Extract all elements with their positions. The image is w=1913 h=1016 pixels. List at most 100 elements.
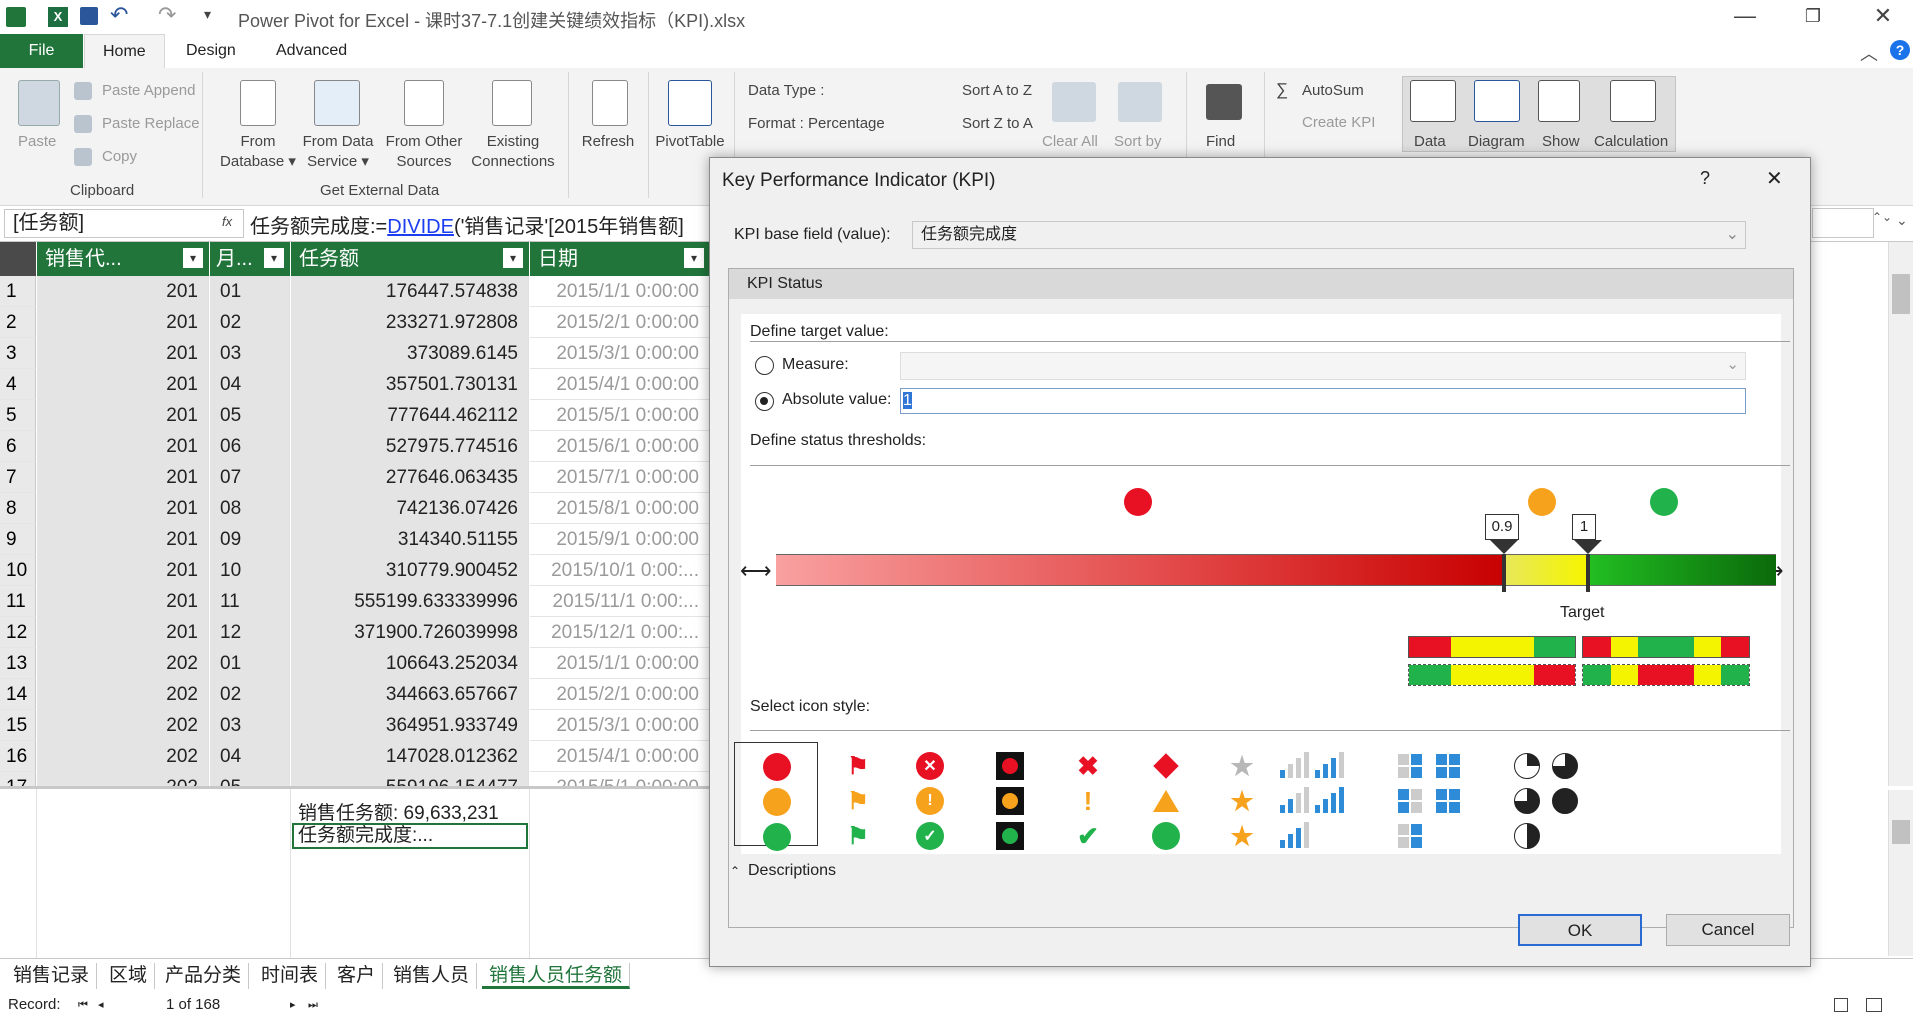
icon-style-boxes[interactable] [1384, 742, 1468, 848]
prev-record-icon[interactable]: ◂ [98, 994, 104, 1016]
tab-file[interactable]: File [0, 34, 83, 68]
sort-by-column-button[interactable]: Sort by [1114, 132, 1162, 152]
table-row[interactable]: 3 201 03 373089.6145 2015/3/1 0:00:00 [0, 338, 710, 369]
table-cell[interactable]: 201 [37, 400, 209, 431]
table-cell[interactable]: 147028.012362 [291, 741, 529, 772]
sheet-tab[interactable]: 销售人员任务额 [482, 963, 631, 989]
row-number[interactable]: 5 [0, 400, 36, 431]
row-number[interactable]: 6 [0, 431, 36, 462]
tab-home[interactable]: Home [84, 34, 165, 68]
from-database-button[interactable]: From Database ▾ [218, 132, 298, 172]
close-icon[interactable]: ✕ [1854, 0, 1912, 34]
table-cell[interactable]: 2015/2/1 0:00:00 [530, 679, 710, 710]
formula-input[interactable]: 任务额完成度:=DIVIDE('销售记录'[2015年销售额] [250, 210, 710, 239]
scrollbar-thumb[interactable] [1892, 820, 1910, 844]
sheet-tab[interactable]: 客户 [330, 963, 384, 989]
existing-connections-button[interactable]: Existing Connections [468, 132, 558, 172]
tab-design[interactable]: Design [168, 34, 254, 68]
row-number[interactable]: 2 [0, 307, 36, 338]
dialog-help-icon[interactable]: ? [1700, 168, 1710, 189]
last-record-icon[interactable]: ⏭ [308, 994, 318, 1016]
table-cell[interactable]: 201 [37, 369, 209, 400]
icon-style-signal-bars[interactable] [1266, 742, 1350, 848]
table-cell[interactable]: 277646.063435 [291, 462, 529, 493]
table-row[interactable]: 7 201 07 277646.063435 2015/7/1 0:00:00 [0, 462, 710, 493]
table-cell[interactable]: 03 [210, 710, 290, 741]
table-cell[interactable]: 201 [37, 462, 209, 493]
column-header[interactable]: 任务额 ▾ [291, 242, 529, 276]
copy-button[interactable]: Copy [102, 148, 137, 165]
descriptions-toggle[interactable]: Descriptions [748, 862, 836, 880]
row-number[interactable]: 9 [0, 524, 36, 555]
table-cell[interactable]: 02 [210, 307, 290, 338]
column-header[interactable]: 销售代... ▾ [37, 242, 209, 276]
table-row[interactable]: 2 201 02 233271.972808 2015/2/1 0:00:00 [0, 307, 710, 338]
find-button[interactable]: Find [1206, 132, 1235, 152]
redo-icon[interactable]: ↷ [158, 2, 176, 28]
table-cell[interactable]: 201 [37, 555, 209, 586]
table-cell[interactable]: 344663.657667 [291, 679, 529, 710]
table-cell[interactable]: 04 [210, 369, 290, 400]
sheet-tab[interactable]: 销售人员 [386, 963, 478, 989]
table-cell[interactable]: 12 [210, 617, 290, 648]
table-cell[interactable]: 201 [37, 617, 209, 648]
table-cell[interactable]: 527975.774516 [291, 431, 529, 462]
table-row[interactable]: 4 201 04 357501.730131 2015/4/1 0:00:00 [0, 369, 710, 400]
row-number[interactable]: 10 [0, 555, 36, 586]
clear-all-filters-button[interactable]: Clear All [1042, 132, 1098, 152]
row-number[interactable]: 4 [0, 369, 36, 400]
paste-replace-button[interactable]: Paste Replace [102, 115, 200, 132]
sort-a-z-button[interactable]: Sort A to Z [962, 82, 1032, 99]
paste-button[interactable]: Paste [18, 132, 56, 152]
row-number[interactable]: 7 [0, 462, 36, 493]
autosum-button[interactable]: AutoSum [1302, 82, 1364, 99]
table-cell[interactable]: 201 [37, 338, 209, 369]
icon-style-pie[interactable] [1500, 742, 1584, 849]
row-number[interactable]: 13 [0, 648, 36, 679]
grid-view-icon[interactable] [1834, 998, 1848, 1012]
table-cell[interactable]: 05 [210, 400, 290, 431]
table-cell[interactable]: 201 [37, 431, 209, 462]
table-cell[interactable]: 11 [210, 586, 290, 617]
table-cell[interactable]: 01 [210, 648, 290, 679]
row-number[interactable]: 15 [0, 710, 36, 741]
table-row[interactable]: 13 202 01 106643.252034 2015/1/1 0:00:00 [0, 648, 710, 679]
table-row[interactable]: 15 202 03 364951.933749 2015/3/1 0:00:00 [0, 710, 710, 741]
icon-style-symbols[interactable]: ✖! ✔ [1046, 742, 1130, 851]
ok-button[interactable]: OK [1518, 914, 1642, 946]
table-cell[interactable]: 2015/10/1 0:00:... [530, 555, 710, 586]
table-cell[interactable]: 555199.633339996 [291, 586, 529, 617]
table-cell[interactable]: 2015/2/1 0:00:00 [530, 307, 710, 338]
help-icon[interactable]: ? [1890, 40, 1910, 60]
absolute-value-radio[interactable] [755, 392, 774, 411]
row-number[interactable]: 16 [0, 741, 36, 772]
table-cell[interactable]: 2015/3/1 0:00:00 [530, 710, 710, 741]
icon-style-shapes[interactable] [1124, 742, 1208, 850]
table-cell[interactable]: 314340.51155 [291, 524, 529, 555]
table-cell[interactable]: 2015/3/1 0:00:00 [530, 338, 710, 369]
threshold-2-marker[interactable] [1574, 540, 1602, 554]
refresh-button[interactable]: Refresh [578, 132, 638, 152]
absolute-value-input[interactable]: 1 [900, 388, 1746, 414]
table-cell[interactable]: 202 [37, 648, 209, 679]
table-cell[interactable]: 08 [210, 493, 290, 524]
diagram-view-status-icon[interactable] [1866, 998, 1882, 1012]
formula-scroll-icon[interactable]: ⌃⌄ [1872, 210, 1892, 224]
measure-select[interactable]: ⌄ [900, 352, 1746, 380]
table-cell[interactable]: 10 [210, 555, 290, 586]
measure-cell-selected[interactable]: 任务额完成度:... [292, 823, 528, 849]
excel-icon[interactable]: X [48, 7, 68, 27]
paste-icon[interactable] [18, 80, 60, 126]
table-cell[interactable]: 2015/9/1 0:00:00 [530, 524, 710, 555]
table-row[interactable]: 11 201 11 555199.633339996 2015/11/1 0:00:..… [0, 586, 710, 617]
powerpivot-icon[interactable] [6, 7, 26, 27]
table-cell[interactable]: 2015/7/1 0:00:00 [530, 462, 710, 493]
icon-style-traffic-circles[interactable] [734, 742, 818, 851]
calculation-area-button[interactable]: Calculation [1594, 132, 1668, 152]
first-record-icon[interactable]: ⏮ [78, 994, 88, 1016]
row-number[interactable]: 14 [0, 679, 36, 710]
table-row[interactable]: 16 202 04 147028.012362 2015/4/1 0:00:00 [0, 741, 710, 772]
column-header[interactable]: 日期 ▾ [530, 242, 710, 276]
table-cell[interactable]: 233271.972808 [291, 307, 529, 338]
table-cell[interactable]: 371900.726039998 [291, 617, 529, 648]
